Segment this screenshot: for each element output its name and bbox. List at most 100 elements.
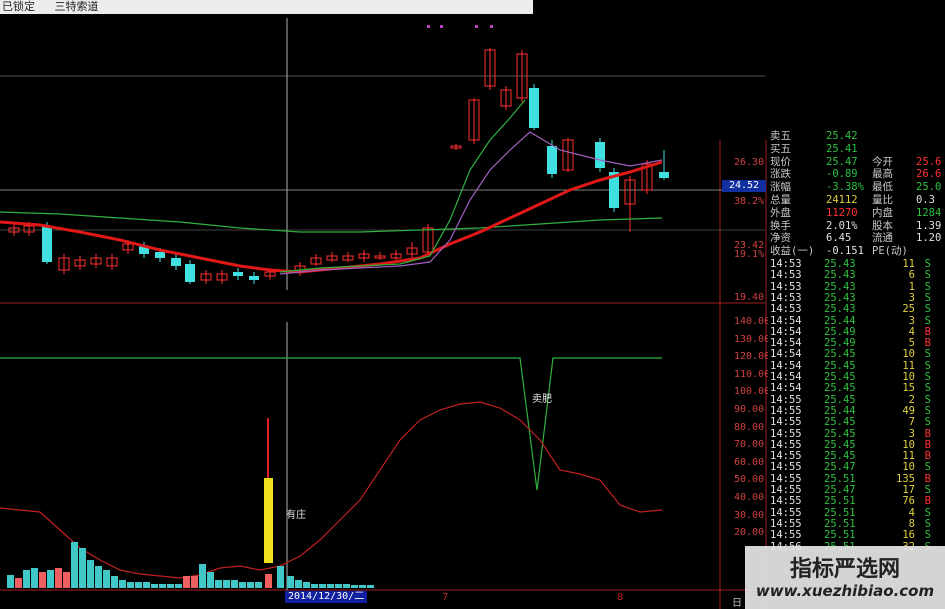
volume-bar [287, 576, 294, 588]
candlestick-series [8, 48, 669, 284]
volume-bar [277, 566, 284, 588]
top-marker-2 [440, 25, 443, 28]
volume-bar [207, 572, 214, 588]
quote-value: 25.0 [916, 181, 942, 194]
ma-green [0, 211, 663, 233]
quote-value: 26.6 [916, 168, 942, 181]
indicator-axis-label: 40.00 [734, 492, 765, 503]
volume-bar [247, 582, 254, 588]
volume-bar [265, 574, 272, 588]
volume-bar [191, 576, 198, 588]
volume-bars [7, 542, 374, 588]
quote-value: -3.38% [826, 181, 864, 194]
sell-annotation: 卖肥 [532, 394, 552, 405]
volume-bar [351, 585, 358, 588]
watermark-url: www.xuezhibiao.com [755, 582, 935, 600]
quote-value: 25.47 [826, 155, 858, 168]
candle-body [659, 172, 669, 178]
quote-label: 涨跌 [770, 168, 791, 181]
quote-value: 1284 [916, 206, 942, 219]
indicator-axis-label: 130.00 [734, 333, 771, 345]
volume-bar [359, 585, 366, 588]
volume-bar [79, 548, 86, 588]
quote-label: 涨幅 [770, 181, 791, 194]
indicator-axis-label: 140.00 [734, 316, 771, 327]
volume-bar [151, 584, 158, 588]
ma-green-fast [279, 99, 526, 273]
candle-body [42, 226, 52, 262]
indicator-axis-label: 100.00 [734, 386, 771, 398]
volume-bar [71, 542, 78, 588]
quote-row: 涨跌 -0.89 最高 26.6 [768, 168, 945, 181]
candle-body [595, 142, 605, 168]
indicator-axis-label: 50.00 [734, 474, 765, 486]
volume-bar [119, 580, 126, 588]
indicator-axis-label: 20.00 [734, 527, 765, 539]
price-axis-label: 19.1% [734, 249, 765, 260]
price-axis-label: 19.40 [734, 292, 765, 303]
volume-bar [295, 580, 302, 588]
candle-body [233, 272, 243, 276]
quote-label: 最低 [872, 181, 893, 194]
volume-bar [319, 584, 326, 588]
quote-label: 量比 [872, 194, 893, 206]
quote-value: 1.39 [916, 219, 942, 232]
quote-label: 买五 [770, 142, 791, 155]
quote-row: 总量 24112 量比 0.3 [768, 194, 945, 207]
quote-value: 24112 [826, 194, 858, 206]
quote-value: 25.42 [826, 130, 858, 142]
top-marker-4 [490, 25, 493, 28]
quote-value: -0.151 [826, 245, 864, 258]
volume-bar [303, 582, 310, 588]
quote-label: PE(动) [872, 245, 908, 258]
quote-label: 今开 [872, 155, 893, 168]
quote-row: 买五 25.41 [768, 143, 945, 156]
volume-bar [15, 578, 22, 588]
volume-bar [23, 570, 30, 588]
candle-body [547, 146, 557, 174]
volume-bar [175, 584, 182, 588]
indicator-axis-label: 80.00 [734, 421, 765, 433]
volume-bar [47, 570, 54, 588]
indicator-axis-label: 110.00 [734, 368, 771, 380]
quote-value: -0.89 [826, 168, 858, 181]
volume-bar [143, 582, 150, 588]
volume-bar [335, 584, 342, 588]
quote-value: 6.45 [826, 232, 852, 245]
volume-bar [95, 566, 102, 588]
quote-value: 25.6 [916, 155, 942, 168]
quote-label: 总量 [770, 194, 791, 206]
crosshair-date: 2014/12/30/二 [285, 591, 368, 603]
quote-label: 内盘 [872, 206, 893, 219]
volume-bar [159, 584, 166, 588]
volume-bar [7, 575, 14, 588]
indicator-axis-label: 70.00 [734, 439, 765, 451]
candle-body [529, 88, 539, 128]
watermark-title: 指标严选网 [789, 557, 900, 582]
volume-bar [255, 582, 262, 588]
volume-bar [63, 572, 70, 588]
quote-value: 11270 [826, 206, 858, 219]
time-tick: 8 [617, 592, 624, 603]
indicator-axis-label: 90.00 [734, 404, 765, 415]
candle-body [185, 264, 195, 282]
current-price-tag: 24.52 [722, 180, 766, 192]
quote-label: 净资 [770, 232, 791, 245]
watermark: 指标严选网 www.xuezhibiao.com [745, 546, 945, 609]
quote-row: 外盘 11270 内盘 1284 [768, 207, 945, 220]
oscillator-line [0, 401, 663, 579]
indicator-axis-label: 30.00 [734, 509, 765, 521]
quote-row: 收益(一) -0.151 PE(动) [768, 245, 945, 258]
quote-label: 流通 [872, 232, 893, 245]
volume-bar [55, 568, 62, 588]
volume-bar [135, 582, 142, 588]
volume-bar [231, 580, 238, 588]
candle-body [249, 276, 259, 280]
quote-label: 换手 [770, 219, 791, 232]
volume-bar [87, 560, 94, 588]
volume-bar [343, 584, 350, 588]
top-marker-3 [475, 25, 478, 28]
time-tick: 7 [442, 592, 449, 603]
volume-bar [127, 582, 134, 588]
period-button[interactable]: 日 [732, 594, 742, 609]
